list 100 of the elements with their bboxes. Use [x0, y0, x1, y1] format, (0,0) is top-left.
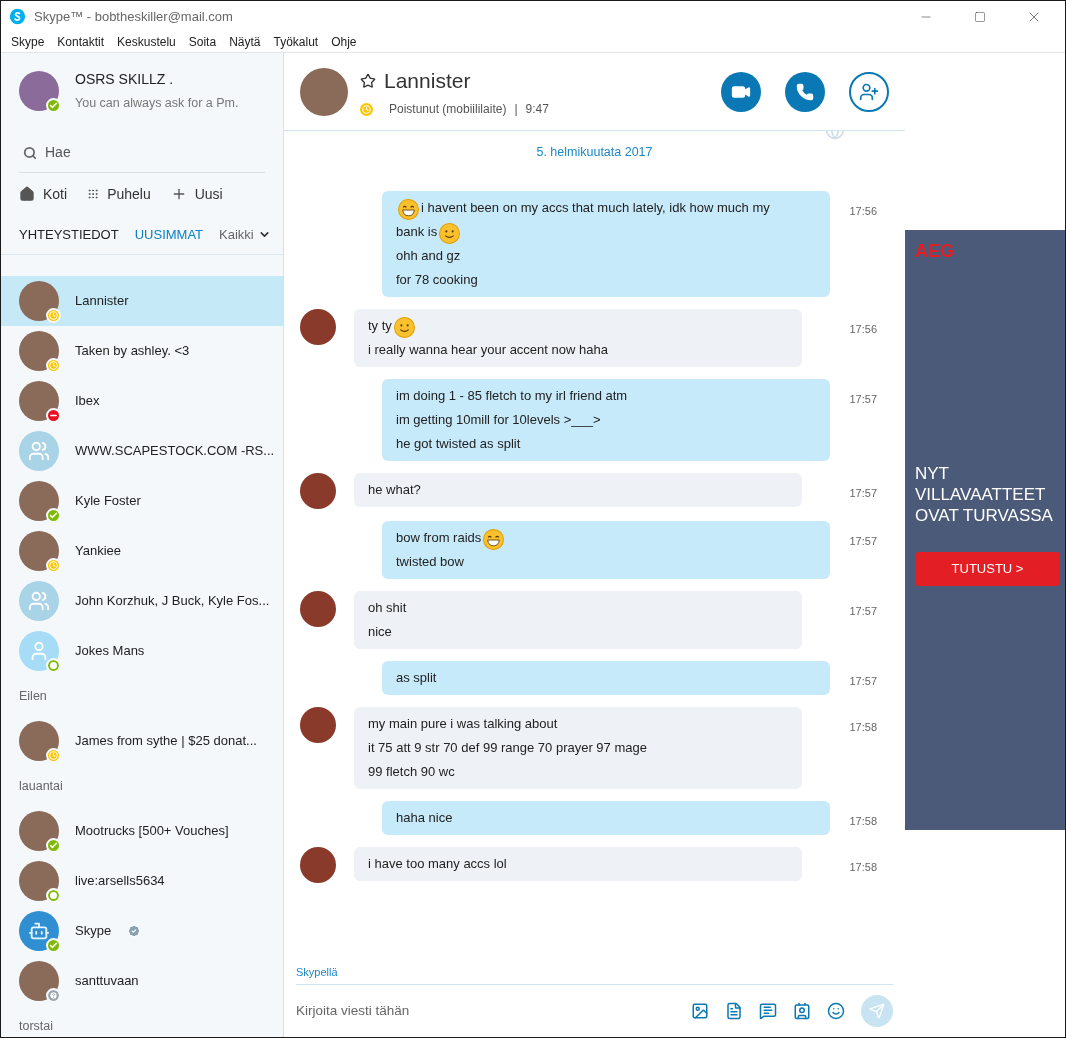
menu-item[interactable]: Työkalut: [273, 33, 319, 51]
message-text: ty ty: [368, 317, 392, 335]
avatar-photo: [300, 847, 336, 883]
section-label: Eilen: [18, 687, 48, 705]
nav-button[interactable]: Koti: [19, 183, 68, 205]
contact-name: Skype: [75, 922, 112, 941]
contact-item[interactable]: Lannister: [1, 276, 283, 326]
message-time: 17:57: [849, 486, 877, 501]
message-text: i havent been on my accs that much lately, idk how much my: [421, 199, 770, 217]
message-text: bow from raids: [396, 529, 482, 547]
contact-name: Lannister: [75, 292, 129, 311]
message-text: nice: [368, 623, 392, 641]
menu-item[interactable]: Näytä: [229, 33, 261, 51]
nav-button[interactable]: Uusi: [170, 183, 223, 205]
contact-name: John Korzhuk, J Buck, Kyle Fos...: [75, 592, 270, 611]
home-icon: [19, 186, 35, 202]
tab[interactable]: UUSIMMAT: [134, 215, 204, 254]
brand-logo-text: AEG: [915, 240, 955, 263]
emoticon-icon[interactable]: [827, 1002, 845, 1020]
contact-name: Yankiee: [75, 542, 121, 561]
window-title: Skype™ - bobtheskiller@mail.com: [34, 7, 233, 26]
section-label: lauantai: [18, 777, 64, 795]
send-icon: [869, 1003, 885, 1019]
message-text: i really wanna hear your accent now haha: [368, 341, 608, 359]
contact-item[interactable]: Skype: [1, 906, 283, 956]
avatar-photo[interactable]: [19, 71, 59, 111]
message-text: for 78 cooking: [396, 271, 478, 289]
tab[interactable]: YHTEYSTIEDOT: [19, 215, 119, 254]
message-text: as split: [396, 669, 437, 687]
contact-item[interactable]: Mootrucks [500+ Vouches]: [1, 806, 283, 856]
message-time: 17:58: [849, 814, 877, 829]
via-label: Skypellä: [296, 964, 338, 980]
contact-item[interactable]: James from sythe | $25 donat...: [1, 716, 283, 766]
message-text: twisted bow: [396, 553, 464, 571]
contact-item[interactable]: Kyle Foster: [1, 476, 283, 526]
filter-dropdown[interactable]: Kaikki: [219, 224, 271, 245]
message-time: 17:58: [849, 720, 877, 735]
file-icon[interactable]: [725, 1002, 743, 1020]
message-text: im getting 10mill for 10levels >___>: [396, 411, 601, 429]
image-icon[interactable]: [691, 1002, 709, 1020]
contact-name: Jokes Mans: [75, 642, 145, 661]
skype-logo-icon: [9, 8, 26, 25]
add-people-button[interactable]: [849, 71, 889, 112]
message-time: 17:57: [849, 392, 877, 407]
ad-headline: NYT VILLAVAATTEET OVAT TURVASSA: [915, 463, 1054, 526]
profile-name[interactable]: OSRS SKILLZ .: [75, 69, 239, 91]
chat-title: Lannister: [384, 67, 471, 94]
avatar-photo: [300, 473, 336, 509]
ad-banner[interactable]: AEG NYT VILLAVAATTEET OVAT TURVASSA TUTUSTU >: [905, 230, 1065, 830]
phone-icon: [796, 82, 814, 101]
contact-item[interactable]: santtuvaan: [1, 956, 283, 1006]
contact-name: santtuvaan: [75, 972, 139, 991]
message-time: 17:58: [849, 860, 877, 875]
menu-item[interactable]: Skype: [11, 33, 45, 51]
contact-item[interactable]: Yankiee: [1, 526, 283, 576]
message-text: he what?: [368, 481, 421, 499]
message-time: 17:57: [849, 674, 877, 689]
contact-item[interactable]: Taken by ashley. <3: [1, 326, 283, 376]
call-button[interactable]: [785, 71, 825, 112]
contact-item[interactable]: Ibex: [1, 376, 283, 426]
menu-item[interactable]: Kontaktit: [57, 33, 105, 51]
presence-text: Poistunut (mobiililaite): [389, 101, 507, 119]
contact-name: live:arsells5634: [75, 872, 165, 891]
contact-name: Kyle Foster: [75, 492, 141, 511]
avatar-photo: [300, 707, 336, 743]
message-input[interactable]: Kirjoita viesti tähän: [296, 1000, 675, 1022]
maximize-icon[interactable]: [974, 10, 986, 23]
contact-name: WWW.SCAPESTOCK.COM -RS...: [75, 442, 275, 461]
nav-button[interactable]: Puhelu: [87, 183, 151, 205]
menu-item[interactable]: Keskustelu: [117, 33, 176, 51]
contact-item[interactable]: live:arsells5634: [1, 856, 283, 906]
star-icon[interactable]: [360, 72, 376, 89]
avatar-photo: [300, 591, 336, 627]
message-text: bank is: [396, 223, 438, 241]
mood-message[interactable]: You can always ask for a Pm.: [75, 94, 239, 113]
message-text: i have too many accs lol: [368, 855, 507, 873]
date-label: 5. helmikuutata 2017: [536, 144, 653, 161]
avatar-photo: [300, 309, 336, 345]
local-time: 9:47: [525, 101, 549, 119]
contact-item[interactable]: John Korzhuk, J Buck, Kyle Fos...: [1, 576, 283, 626]
avatar-photo[interactable]: [300, 67, 348, 116]
search-field[interactable]: Hae: [45, 142, 245, 163]
message-text: my main pure i was talking about: [368, 715, 558, 733]
separator-text: |: [514, 101, 518, 119]
contact-name: Mootrucks [500+ Vouches]: [75, 822, 229, 841]
menu-item[interactable]: Soita: [188, 33, 217, 51]
menu-item[interactable]: Ohje: [331, 33, 357, 51]
add-person-icon: [859, 81, 879, 102]
video-call-button[interactable]: [721, 71, 761, 112]
message-bubble-icon[interactable]: [759, 1002, 777, 1020]
search-icon: [23, 145, 37, 160]
contact-card-icon[interactable]: [793, 1002, 811, 1020]
message-time: 17:57: [849, 604, 877, 619]
message-text: oh shit: [368, 599, 407, 617]
message-text: ohh and gz: [396, 247, 461, 265]
ad-button[interactable]: TUTUSTU >: [915, 552, 1060, 586]
message-time: 17:56: [849, 204, 877, 219]
contact-item[interactable]: WWW.SCAPESTOCK.COM -RS...: [1, 426, 283, 476]
contact-item[interactable]: Jokes Mans: [1, 626, 283, 676]
message-text: he got twisted as split: [396, 435, 521, 453]
